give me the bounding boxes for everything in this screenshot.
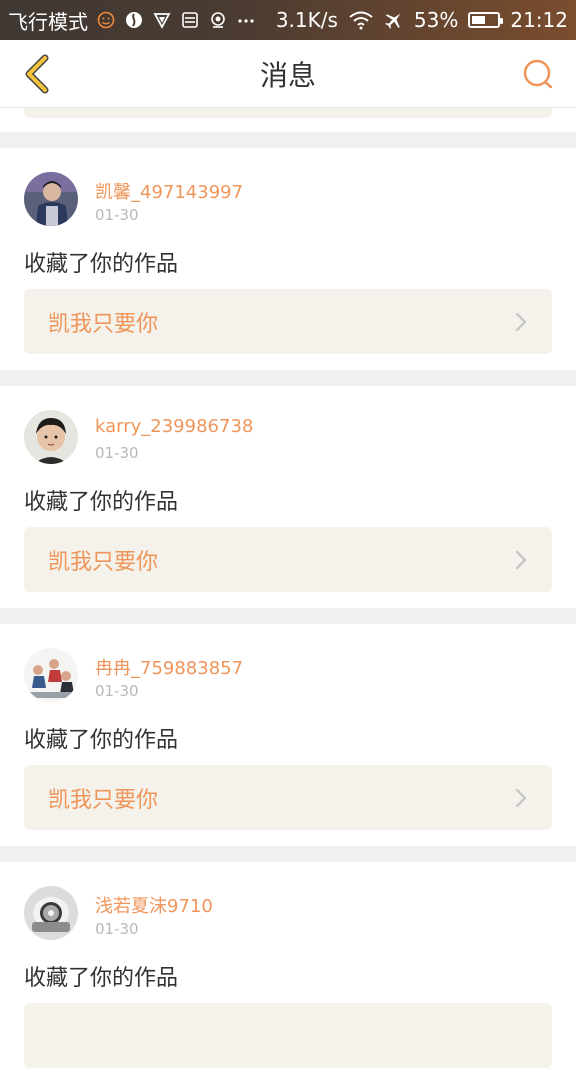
chevron-right-icon [514,549,528,571]
username-link[interactable]: 冉冉_759883857 [95,654,243,680]
page-title: 消息 [259,58,316,92]
airplane-mode-label: 飞行模式 [8,9,88,34]
message-card: 凯馨_497143997 01-30 收藏了你的作品 凯我只要你 [0,148,576,370]
avatar[interactable] [24,172,78,226]
battery-percent: 53% [413,8,459,32]
username-link[interactable]: 浅若夏沫9710 [95,892,213,918]
clock: 21:12 [510,8,568,32]
chevron-right-icon [514,311,528,333]
message-list: 凯馨_497143997 01-30 收藏了你的作品 凯我只要你 karry_2… [0,108,576,1084]
battery-icon [468,12,504,28]
avatar[interactable] [24,410,78,464]
shield-icon [152,10,172,30]
message-date: 01-30 [95,206,139,224]
work-link[interactable]: 凯我只要你 [24,527,552,592]
avatar[interactable] [24,886,78,940]
app-notification-icon [124,10,144,30]
camera-notification-icon [208,10,228,30]
network-speed: 3.1K/s [275,8,338,32]
work-link[interactable]: 凯我只要你 [24,765,552,830]
message-date: 01-30 [95,682,139,700]
work-link[interactable]: 凯我只要你 [24,289,552,354]
status-bar: 飞行模式 3.1K/s 53% 21:12 [0,0,576,40]
storage-icon [180,10,200,30]
chevron-left-icon [25,54,49,94]
message-card: karry_239986738 01-30 收藏了你的作品 凯我只要你 [0,386,576,608]
work-link[interactable] [24,1003,552,1068]
message-date: 01-30 [95,444,139,462]
previous-message-card [0,108,576,132]
message-action-text: 收藏了你的作品 [24,728,179,753]
work-title: 凯我只要你 [48,311,159,337]
work-title: 凯我只要你 [48,787,159,813]
avatar[interactable] [24,648,78,702]
message-action-text: 收藏了你的作品 [24,252,179,277]
wifi-icon [348,10,374,30]
more-notifications-icon [236,10,256,30]
message-action-text: 收藏了你的作品 [24,966,179,991]
message-date: 01-30 [95,920,139,938]
username-link[interactable]: 凯馨_497143997 [95,178,243,204]
work-title: 凯我只要你 [48,549,159,575]
emoji-face-icon [96,10,116,30]
back-button[interactable] [14,50,62,98]
message-card: 冉冉_759883857 01-30 收藏了你的作品 凯我只要你 [0,624,576,846]
message-card: 浅若夏沫9710 01-30 收藏了你的作品 [0,862,576,1084]
airplane-icon [384,10,404,30]
username-link[interactable]: karry_239986738 [95,416,253,437]
chevron-right-icon [514,787,528,809]
search-button[interactable] [514,50,562,98]
message-action-text: 收藏了你的作品 [24,490,179,515]
navigation-header: 消息 [0,40,576,108]
search-icon [523,59,553,89]
